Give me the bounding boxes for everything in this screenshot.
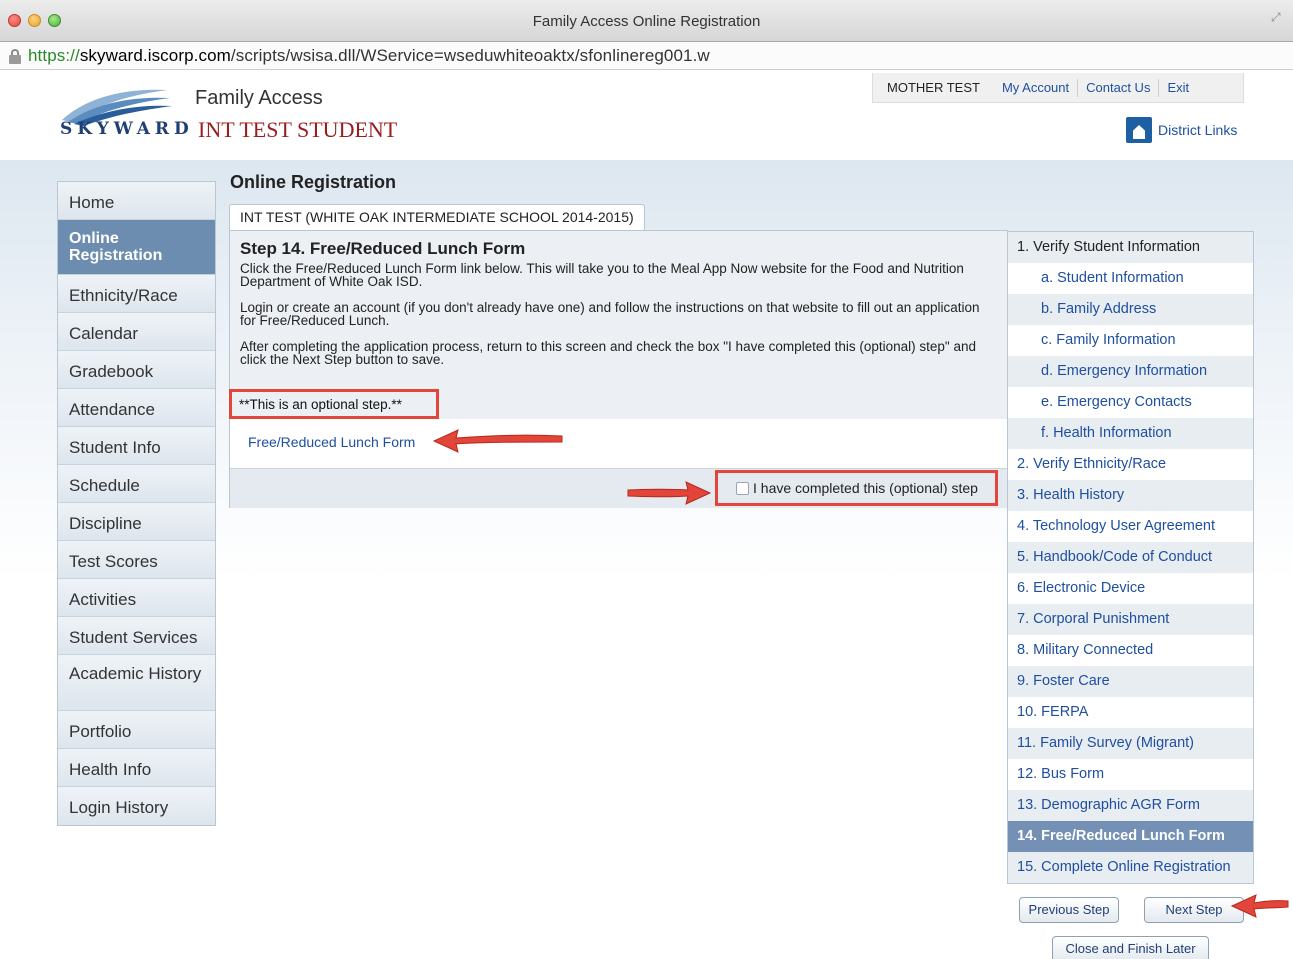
step-item[interactable]: 12. Bus Form: [1008, 759, 1253, 790]
free-reduced-lunch-link[interactable]: Free/Reduced Lunch Form: [248, 434, 415, 450]
arrow-pointer-icon: [432, 429, 563, 453]
window-titlebar: Family Access Online Registration ⤢: [0, 0, 1293, 42]
sidebar-item-attendance[interactable]: Attendance: [58, 389, 215, 427]
step-item[interactable]: 7. Corporal Punishment: [1008, 604, 1253, 635]
sidebar-item-login-history[interactable]: Login History: [58, 787, 215, 825]
sidebar-item-gradebook[interactable]: Gradebook: [58, 351, 215, 389]
step-title: Step 14. Free/Reduced Lunch Form: [240, 239, 526, 258]
page-title: Online Registration: [230, 172, 397, 192]
step-item[interactable]: c. Family Information: [1008, 325, 1253, 356]
window-title: Family Access Online Registration: [532, 13, 761, 30]
close-and-finish-later-button[interactable]: Close and Finish Later: [1052, 936, 1209, 959]
sidebar-item-calendar[interactable]: Calendar: [58, 313, 215, 351]
step-item[interactable]: 9. Foster Care: [1008, 666, 1253, 697]
lock-icon: [8, 48, 22, 64]
step-item[interactable]: a. Student Information: [1008, 263, 1253, 294]
instruction-paragraph: After completing the application process…: [240, 339, 976, 367]
step-item[interactable]: 5. Handbook/Code of Conduct: [1008, 542, 1253, 573]
step-item[interactable]: 1. Verify Student Information: [1008, 232, 1253, 263]
instruction-paragraph: Click the Free/Reduced Lunch Form link b…: [240, 261, 964, 289]
step-item[interactable]: 13. Demographic AGR Form: [1008, 790, 1253, 821]
completion-row: I have completed this (optional) step: [230, 468, 1007, 508]
site-header: SKYWARD Family Access INT TEST STUDENT M…: [0, 70, 1293, 160]
previous-step-button[interactable]: Previous Step: [1019, 897, 1119, 923]
sidebar-nav: Home Online Registration Ethnicity/Race …: [57, 181, 216, 826]
completed-step-label[interactable]: I have completed this (optional) step: [753, 480, 978, 496]
exit-link[interactable]: Exit: [1158, 78, 1197, 97]
step-item[interactable]: 10. FERPA: [1008, 697, 1253, 728]
lunch-link-row: Free/Reduced Lunch Form: [230, 419, 1007, 468]
sidebar-item-academic-history[interactable]: Academic History: [58, 655, 215, 711]
step-item[interactable]: 8. Military Connected: [1008, 635, 1253, 666]
sidebar-item-ethnicity-race[interactable]: Ethnicity/Race: [58, 275, 215, 313]
step-panel: Step 14. Free/Reduced Lunch Form Click t…: [229, 230, 1008, 508]
sidebar-item-student-services[interactable]: Student Services: [58, 617, 215, 655]
sidebar-item-test-scores[interactable]: Test Scores: [58, 541, 215, 579]
district-links-label: District Links: [1158, 122, 1238, 138]
step-item-current[interactable]: 14. Free/Reduced Lunch Form: [1008, 821, 1253, 852]
step-item[interactable]: 3. Health History: [1008, 480, 1253, 511]
sidebar-item-activities[interactable]: Activities: [58, 579, 215, 617]
step-item[interactable]: b. Family Address: [1008, 294, 1253, 325]
sidebar-item-health-info[interactable]: Health Info: [58, 749, 215, 787]
step-item[interactable]: 2. Verify Ethnicity/Race: [1008, 449, 1253, 480]
address-bar[interactable]: https://skyward.iscorp.com/scripts/wsisa…: [0, 42, 1293, 70]
arrow-pointer-icon: [1230, 894, 1289, 918]
sidebar-item-portfolio[interactable]: Portfolio: [58, 711, 215, 749]
completed-step-checkbox-area[interactable]: I have completed this (optional) step: [715, 470, 998, 506]
user-name: MOTHER TEST: [887, 80, 980, 95]
instruction-paragraph: Login or create an account (if you don't…: [240, 300, 980, 328]
arrow-pointer-icon: [627, 481, 712, 505]
app-name: Family Access: [195, 87, 323, 109]
step-item[interactable]: d. Emergency Information: [1008, 356, 1253, 387]
student-name: INT TEST STUDENT: [198, 117, 398, 142]
url-text[interactable]: https://skyward.iscorp.com/scripts/wsisa…: [28, 46, 710, 66]
step-item[interactable]: 11. Family Survey (Migrant): [1008, 728, 1253, 759]
contact-us-link[interactable]: Contact Us: [1077, 78, 1158, 97]
fullscreen-icon[interactable]: ⤢: [1271, 10, 1285, 24]
step-item[interactable]: 15. Complete Online Registration: [1008, 852, 1253, 883]
optional-step-note: **This is an optional step.**: [229, 389, 439, 419]
sidebar-item-online-registration[interactable]: Online Registration: [58, 220, 215, 275]
logo-wordmark: SKYWARD: [60, 119, 194, 139]
sidebar-item-schedule[interactable]: Schedule: [58, 465, 215, 503]
step-item[interactable]: f. Health Information: [1008, 418, 1253, 449]
completed-step-checkbox[interactable]: [736, 481, 749, 495]
next-step-button[interactable]: Next Step: [1144, 897, 1244, 923]
step-item[interactable]: e. Emergency Contacts: [1008, 387, 1253, 418]
step-instructions: Step 14. Free/Reduced Lunch Form Click t…: [229, 231, 1007, 419]
step-item[interactable]: 4. Technology User Agreement: [1008, 511, 1253, 542]
my-account-link[interactable]: My Account: [994, 79, 1077, 97]
sidebar-item-home[interactable]: Home: [58, 182, 215, 220]
top-links-bar: MOTHER TEST My Account Contact Us Exit: [872, 73, 1244, 103]
sidebar-item-student-info[interactable]: Student Info: [58, 427, 215, 465]
district-links[interactable]: District Links: [1126, 117, 1237, 143]
registration-steps-list: 1. Verify Student Information a. Student…: [1007, 231, 1254, 884]
sidebar-item-discipline[interactable]: Discipline: [58, 503, 215, 541]
tab-student-school[interactable]: INT TEST (WHITE OAK INTERMEDIATE SCHOOL …: [229, 204, 645, 230]
building-icon: [1126, 117, 1152, 143]
step-item[interactable]: 6. Electronic Device: [1008, 573, 1253, 604]
